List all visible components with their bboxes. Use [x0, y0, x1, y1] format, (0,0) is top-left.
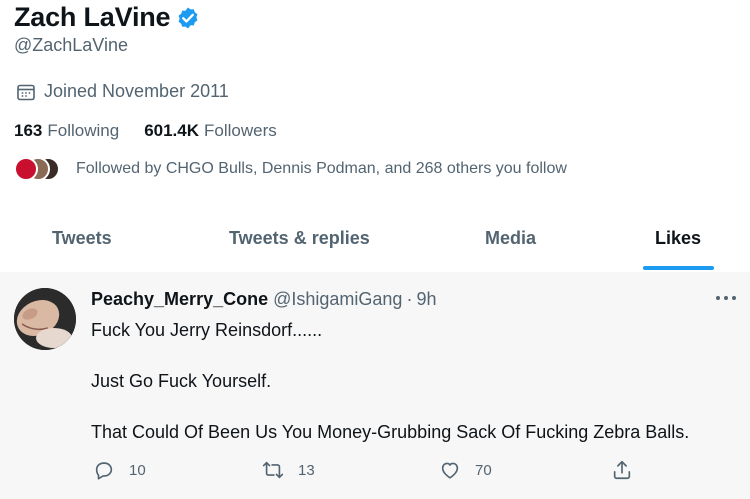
active-tab-indicator	[643, 266, 714, 270]
following-count: 163	[14, 121, 43, 140]
like-count: 70	[475, 461, 492, 479]
reply-button[interactable]: 10	[93, 459, 146, 481]
joined-text: Joined November 2011	[44, 81, 229, 101]
joined-date: Joined November 2011	[16, 81, 229, 102]
calendar-icon	[17, 84, 35, 100]
followers-link[interactable]: 601.4K Followers	[144, 121, 277, 141]
mutual-avatars	[14, 157, 64, 181]
tweet-author-name[interactable]: Peachy_Merry_Cone	[91, 289, 268, 310]
retweet-icon	[262, 461, 284, 479]
followers-you-know[interactable]: Followed by CHGO Bulls, Dennis Podman, a…	[14, 157, 567, 181]
avatar-image	[14, 288, 76, 350]
following-label: Following	[47, 121, 120, 140]
tab-tweets[interactable]: Tweets	[52, 212, 112, 272]
more-options-icon[interactable]	[714, 292, 738, 304]
followers-label: Followers	[204, 121, 277, 140]
avatar[interactable]	[14, 288, 76, 350]
profile-name: Zach LaVine	[14, 2, 171, 32]
reply-icon	[95, 462, 113, 480]
tweet-actions: 10 13 70	[0, 459, 750, 487]
avatar	[14, 157, 38, 181]
tweet-timestamp[interactable]: 9h	[416, 289, 436, 310]
separator-dot: ·	[406, 289, 413, 309]
profile-handle: @ZachLaVine	[14, 35, 129, 55]
tweet-text-line: That Could Of Been Us You Money-Grubbing…	[91, 422, 690, 442]
retweet-button[interactable]: 13	[262, 459, 315, 481]
share-icon	[613, 460, 631, 480]
tweet-header: Peachy_Merry_Cone @IshigamiGang · 9h	[91, 289, 436, 310]
follow-stats: 163 Following 601.4K Followers	[14, 121, 277, 141]
profile-tabs: Tweets Tweets & replies Media Likes	[0, 212, 750, 272]
tweet-text-line: Just Go Fuck Yourself.	[91, 371, 272, 391]
tab-tweets-and-replies[interactable]: Tweets & replies	[229, 212, 370, 272]
tweet-author-handle[interactable]: @IshigamiGang	[273, 289, 402, 310]
followed-by-text: Followed by CHGO Bulls, Dennis Podman, a…	[76, 160, 567, 177]
tab-media[interactable]: Media	[485, 212, 536, 272]
tweet-text-line: Fuck You Jerry Reinsdorf......	[91, 320, 323, 340]
retweet-count: 13	[298, 461, 315, 479]
reply-count: 10	[129, 461, 146, 479]
tweet[interactable]: Peachy_Merry_Cone @IshigamiGang · 9h Fuc…	[0, 272, 750, 499]
tab-likes[interactable]: Likes	[655, 212, 701, 272]
share-button[interactable]	[611, 459, 633, 481]
like-icon	[441, 462, 459, 479]
followers-count: 601.4K	[144, 121, 200, 140]
following-link[interactable]: 163 Following	[14, 121, 119, 141]
profile-name-row: Zach LaVine	[14, 2, 200, 33]
like-button[interactable]: 70	[439, 459, 492, 481]
profile-header: Zach LaVine @ZachLaVine Joined November …	[0, 0, 750, 272]
verified-badge-icon	[178, 7, 198, 28]
